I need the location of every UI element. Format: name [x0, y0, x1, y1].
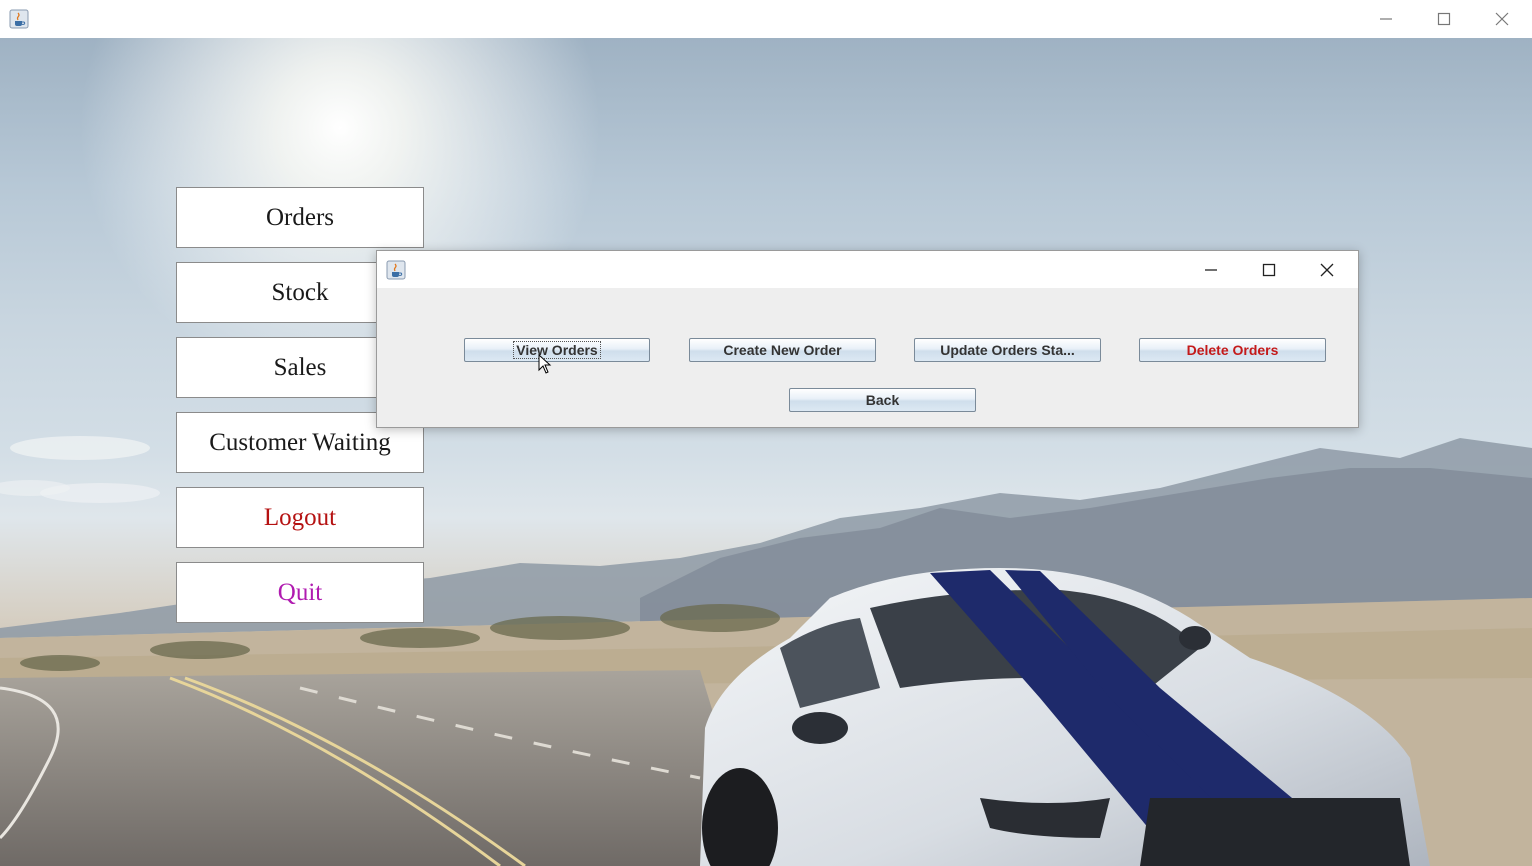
close-icon: [1495, 12, 1509, 26]
delete-orders-button[interactable]: Delete Orders: [1139, 338, 1326, 362]
minimize-icon: [1380, 18, 1392, 20]
create-new-order-button[interactable]: Create New Order: [689, 338, 876, 362]
back-button[interactable]: Back: [789, 388, 976, 412]
minimize-button[interactable]: [1357, 0, 1415, 38]
java-app-icon: [9, 9, 29, 29]
dialog-close-button[interactable]: [1298, 251, 1356, 288]
delete-orders-label: Delete Orders: [1186, 342, 1279, 358]
close-icon: [1320, 263, 1334, 276]
sales-button-label: Sales: [273, 353, 327, 381]
quit-button-label: Quit: [277, 578, 323, 606]
update-orders-status-button[interactable]: Update Orders Sta...: [914, 338, 1101, 362]
java-app-icon: [386, 260, 406, 280]
stock-button-label: Stock: [271, 278, 329, 306]
logout-button-label: Logout: [263, 503, 337, 531]
orders-button-label: Orders: [265, 203, 335, 231]
orders-button[interactable]: Orders: [176, 187, 424, 248]
view-orders-button[interactable]: View Orders: [464, 338, 650, 362]
quit-button[interactable]: Quit: [176, 562, 424, 623]
customer-waiting-button-label: Customer Waiting: [209, 428, 391, 456]
back-label: Back: [865, 392, 900, 408]
main-title-bar: [0, 0, 1532, 39]
minimize-icon: [1205, 268, 1217, 271]
logout-button[interactable]: Logout: [176, 487, 424, 548]
dialog-title-bar: [377, 251, 1358, 288]
maximize-icon: [1262, 263, 1276, 276]
mouse-cursor-icon: [538, 354, 552, 374]
create-new-order-label: Create New Order: [723, 342, 842, 358]
dialog-minimize-button[interactable]: [1182, 251, 1240, 288]
view-orders-label: View Orders: [513, 341, 601, 359]
update-orders-status-label: Update Orders Sta...: [940, 342, 1075, 358]
maximize-icon: [1437, 12, 1451, 26]
maximize-button[interactable]: [1415, 0, 1473, 38]
orders-dialog: View Orders Create New Order Update Orde…: [376, 250, 1359, 428]
dialog-maximize-button[interactable]: [1240, 251, 1298, 288]
close-button[interactable]: [1473, 0, 1531, 38]
